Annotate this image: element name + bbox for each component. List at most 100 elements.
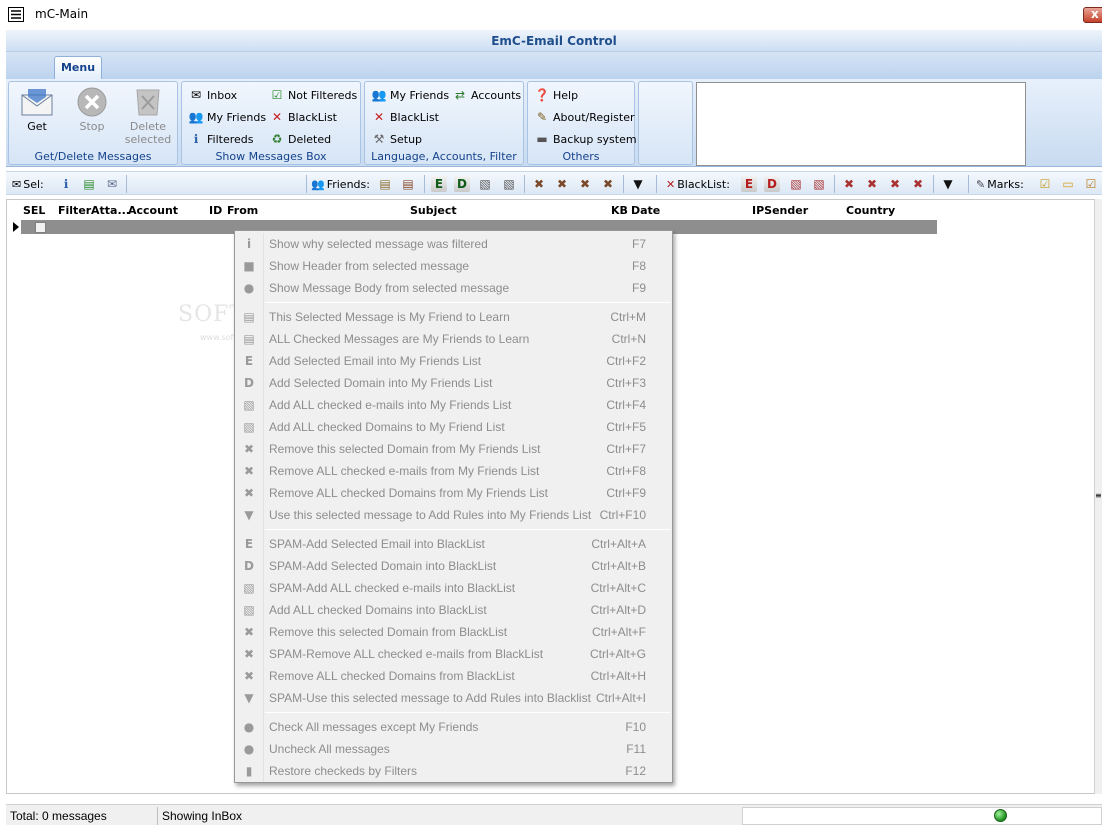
deleted-label: Deleted bbox=[288, 132, 332, 146]
row-checkbox[interactable] bbox=[35, 222, 46, 233]
column-date[interactable]: Date bbox=[631, 204, 660, 217]
envelope-icon[interactable]: ✉ bbox=[104, 176, 120, 192]
about-register-button[interactable]: ✎ About/Register bbox=[534, 108, 635, 126]
friends-remove-all-icon[interactable]: ✖ bbox=[600, 176, 616, 192]
blacklist-remove-domains-icon[interactable]: ✖ bbox=[887, 176, 903, 192]
column-from[interactable]: From bbox=[227, 204, 258, 217]
window-menu-icon[interactable] bbox=[8, 7, 24, 22]
learn-one-icon[interactable]: ▤ bbox=[377, 176, 393, 192]
menu-item[interactable]: D SPAM-Add Selected Domain into BlackList… bbox=[237, 555, 670, 577]
blacklist-remove-emails-icon[interactable]: ✖ bbox=[864, 176, 880, 192]
column-attachments[interactable]: Atta... bbox=[91, 204, 130, 217]
column-ipsender[interactable]: IPSender bbox=[752, 204, 808, 217]
menu-item[interactable]: ✖ Remove ALL checked Domains from BlackLi… bbox=[237, 665, 670, 687]
menu-item-icon: ▤ bbox=[243, 310, 255, 324]
accounts-button[interactable]: ⇄ Accounts bbox=[452, 86, 521, 104]
get-label: Get bbox=[27, 120, 47, 133]
menu-item[interactable]: ✖ Remove this selected Domain from My Fri… bbox=[237, 438, 670, 460]
blacklist-add-all-domains-icon[interactable]: ▧ bbox=[811, 176, 827, 192]
column-account[interactable]: Account bbox=[128, 204, 178, 217]
get-button[interactable]: Get bbox=[12, 85, 62, 145]
menu-item-icon: ■ bbox=[243, 259, 255, 273]
friends-add-email-icon[interactable]: E bbox=[431, 176, 447, 192]
help-icon: ❓ bbox=[534, 88, 550, 102]
column-filter[interactable]: Filter bbox=[58, 204, 91, 217]
menu-item-shortcut: Ctrl+Alt+G bbox=[589, 647, 646, 661]
menu-item[interactable]: ▧ Add ALL checked e-mails into My Friends… bbox=[237, 394, 670, 416]
mark-check-icon[interactable]: ☑ bbox=[1037, 176, 1053, 192]
column-subject[interactable]: Subject bbox=[410, 204, 457, 217]
menu-item-label: Remove ALL checked e-mails from My Frien… bbox=[269, 464, 540, 478]
friends-filter-icon[interactable]: ▼ bbox=[630, 176, 646, 192]
mark-folder-icon[interactable]: ▭ bbox=[1060, 176, 1076, 192]
menu-item[interactable]: ▮ Restore checkeds by Filters F12 bbox=[237, 760, 670, 782]
red-x-icon: ✕ bbox=[271, 110, 283, 124]
blacklist-remove-domain-icon[interactable]: ✖ bbox=[841, 176, 857, 192]
menu-item[interactable]: i Show why selected message was filtered F… bbox=[237, 233, 670, 255]
inbox-button[interactable]: ✉ Inbox bbox=[188, 86, 237, 104]
blacklist-add-email-icon[interactable]: E bbox=[741, 176, 757, 192]
help-button[interactable]: ❓ Help bbox=[534, 86, 579, 104]
menu-item[interactable]: ▤ This Selected Message is My Friend to L… bbox=[237, 306, 670, 328]
backup-system-button[interactable]: ▬ Backup system bbox=[534, 130, 636, 148]
menu-item[interactable]: ▼ Use this selected message to Add Rules … bbox=[237, 504, 670, 526]
friends-add-all-emails-icon[interactable]: ▧ bbox=[477, 176, 493, 192]
menu-item[interactable]: ● Uncheck All messages F11 bbox=[237, 738, 670, 760]
learn-all-icon[interactable]: ▤ bbox=[400, 176, 416, 192]
lang-blacklist-button[interactable]: ✕ BlackList bbox=[371, 108, 439, 126]
close-button[interactable] bbox=[1083, 7, 1102, 23]
deleted-button[interactable]: ♻ Deleted bbox=[269, 130, 332, 148]
tab-menu[interactable]: Menu bbox=[54, 56, 102, 79]
blacklist-add-all-emails-icon[interactable]: ▧ bbox=[788, 176, 804, 192]
envelope-icon bbox=[21, 89, 53, 116]
menu-item[interactable]: ■ Show Header from selected message F8 bbox=[237, 255, 670, 277]
friends-remove-domains-icon[interactable]: ✖ bbox=[577, 176, 593, 192]
filtereds-button[interactable]: ℹ Filtereds bbox=[188, 130, 254, 148]
menu-item[interactable]: ✖ Remove ALL checked Domains from My Frie… bbox=[237, 482, 670, 504]
menu-item[interactable]: ▤ ALL Checked Messages are My Friends to … bbox=[237, 328, 670, 350]
menu-item[interactable]: E SPAM-Add Selected Email into BlackList C… bbox=[237, 533, 670, 555]
about-register-label: About/Register bbox=[553, 110, 635, 124]
menu-item[interactable]: D Add Selected Domain into My Friends Lis… bbox=[237, 372, 670, 394]
lang-my-friends-button[interactable]: 👥 My Friends bbox=[371, 86, 450, 104]
menu-item[interactable]: ● Show Message Body from selected message… bbox=[237, 277, 670, 299]
column-country[interactable]: Country bbox=[846, 204, 895, 217]
menu-item[interactable]: ▧ Add ALL checked Domains to My Friend Li… bbox=[237, 416, 670, 438]
setup-button[interactable]: ⚒ Setup bbox=[371, 130, 422, 148]
menu-item[interactable]: ▧ Add ALL checked Domains into BlackList C… bbox=[237, 599, 670, 621]
friends-add-all-domains-icon[interactable]: ▧ bbox=[501, 176, 517, 192]
inbox-label: Inbox bbox=[207, 88, 238, 102]
friends-add-domain-icon[interactable]: D bbox=[454, 176, 470, 192]
blacklist-remove-all-icon[interactable]: ✖ bbox=[910, 176, 926, 192]
friends-remove-domain-icon[interactable]: ✖ bbox=[531, 176, 547, 192]
column-id[interactable]: ID bbox=[209, 204, 222, 217]
menu-item[interactable]: ▧ SPAM-Add ALL checked e-mails into Black… bbox=[237, 577, 670, 599]
toolbar-separator bbox=[933, 175, 934, 193]
blacklist-add-domain-icon[interactable]: D bbox=[764, 176, 780, 192]
friends-remove-emails-icon[interactable]: ✖ bbox=[554, 176, 570, 192]
menu-item[interactable]: ✖ SPAM-Remove ALL checked e-mails from Bl… bbox=[237, 643, 670, 665]
ribbon-tabs: Menu bbox=[6, 52, 1102, 79]
menu-item[interactable]: ▼ SPAM-Use this selected message to Add R… bbox=[237, 687, 670, 709]
column-sel[interactable]: SEL bbox=[23, 204, 45, 217]
backup-icon: ▬ bbox=[536, 132, 548, 146]
not-filtereds-button[interactable]: ☑ Not Filtereds bbox=[269, 86, 358, 104]
menu-item[interactable]: ✖ Remove ALL checked e-mails from My Frie… bbox=[237, 460, 670, 482]
menu-item[interactable]: ● Check All messages except My Friends F10 bbox=[237, 716, 670, 738]
column-kb[interactable]: KB bbox=[611, 204, 628, 217]
show-my-friends-label: My Friends bbox=[207, 110, 267, 124]
red-x-icon: ✕ bbox=[666, 177, 676, 191]
mark-document-icon[interactable]: ☑ bbox=[1083, 176, 1099, 192]
menu-item[interactable]: E Add Selected Email into My Friends List… bbox=[237, 350, 670, 372]
stop-button[interactable]: Stop bbox=[67, 85, 117, 145]
menu-item[interactable]: ✖ Remove this selected Domain from BlackL… bbox=[237, 621, 670, 643]
info-icon[interactable]: ℹ bbox=[58, 176, 74, 192]
grid-scrollbar[interactable]: ≡ bbox=[1094, 199, 1102, 794]
show-my-friends-button[interactable]: 👥 My Friends bbox=[188, 108, 267, 126]
envelope-icon[interactable]: ✉ bbox=[12, 178, 21, 191]
show-blacklist-button[interactable]: ✕ BlackList bbox=[269, 108, 337, 126]
list-icon[interactable]: ▤ bbox=[81, 176, 97, 192]
toolbar-separator bbox=[126, 175, 127, 193]
delete-selected-button[interactable]: Delete selected bbox=[123, 85, 173, 146]
blacklist-filter-icon[interactable]: ▼ bbox=[940, 176, 956, 192]
